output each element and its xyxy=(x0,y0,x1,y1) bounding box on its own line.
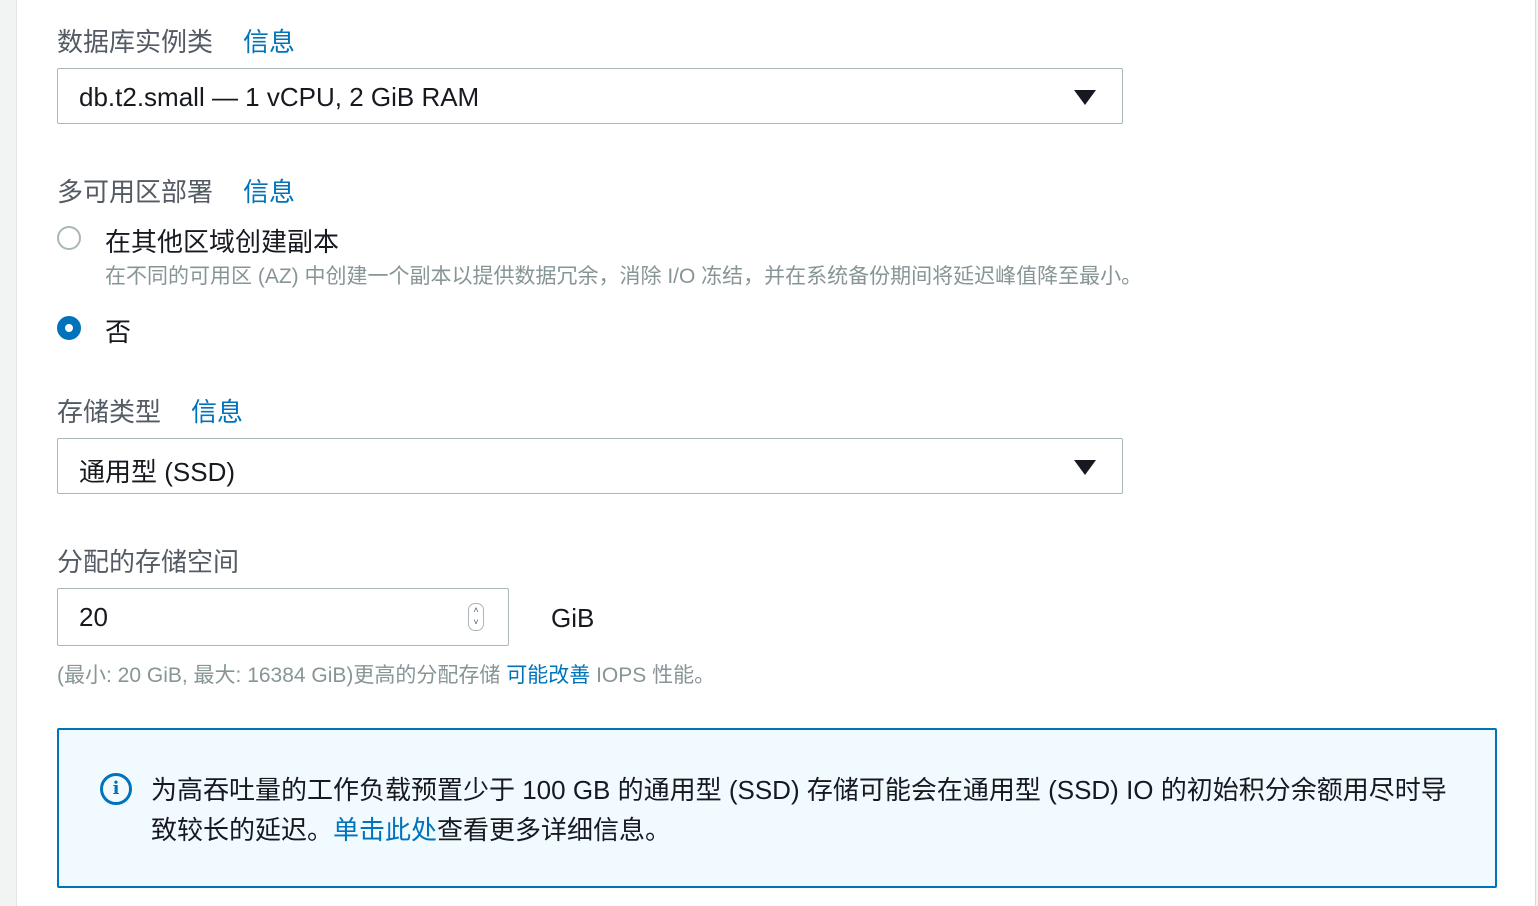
instance-class-info-link[interactable]: 信息 xyxy=(243,27,295,57)
allocated-storage-label: 分配的存储空间 xyxy=(57,547,240,577)
allocated-storage-input[interactable]: 20 ˄ ˅ xyxy=(57,588,509,646)
alert-text: 为高吞吐量的工作负载预置少于 100 GB 的通用型 (SSD) 存储可能会在通… xyxy=(151,775,1447,845)
multi-az-label: 多可用区部署 信息 xyxy=(57,177,296,207)
storage-hint: (最小: 20 GiB, 最大: 16384 GiB)更高的分配存储 可能改善 … xyxy=(57,664,716,687)
info-alert: i 为高吞吐量的工作负载预置少于 100 GB 的通用型 (SSD) 存储可能会… xyxy=(57,728,1497,888)
radio-no[interactable] xyxy=(57,316,81,340)
radio-no-label[interactable]: 否 xyxy=(105,312,131,349)
instance-class-label: 数据库实例类 信息 xyxy=(57,27,296,57)
storage-unit: GiB xyxy=(551,603,595,633)
iops-link[interactable]: 可能改善 xyxy=(506,664,590,687)
storage-type-value: 通用型 (SSD) xyxy=(79,457,236,487)
allocated-storage-value: 20 xyxy=(79,602,108,632)
caret-down-icon xyxy=(1074,90,1096,105)
radio-create-replica-description: 在不同的可用区 (AZ) 中创建一个副本以提供数据冗余，消除 I/O 冻结，并在… xyxy=(105,265,1143,288)
storage-type-select[interactable]: 通用型 (SSD) xyxy=(57,438,1123,494)
info-circle-icon: i xyxy=(100,773,132,805)
storage-type-label: 存储类型 信息 xyxy=(57,397,244,427)
caret-down-icon xyxy=(1074,460,1096,475)
storage-type-info-link[interactable]: 信息 xyxy=(191,397,243,427)
instance-class-select[interactable]: db.t2.small — 1 vCPU, 2 GiB RAM xyxy=(57,68,1123,124)
number-spinner-icon[interactable]: ˄ ˅ xyxy=(468,603,484,631)
instance-class-value: db.t2.small — 1 vCPU, 2 GiB RAM xyxy=(79,82,480,112)
details-link[interactable]: 单击此处 xyxy=(333,815,437,845)
multi-az-info-link[interactable]: 信息 xyxy=(243,177,295,207)
radio-create-replica-label[interactable]: 在其他区域创建副本 xyxy=(105,222,339,259)
radio-create-replica[interactable] xyxy=(57,226,81,250)
form-panel: 数据库实例类 信息 db.t2.small — 1 vCPU, 2 GiB RAM… xyxy=(16,0,1536,906)
